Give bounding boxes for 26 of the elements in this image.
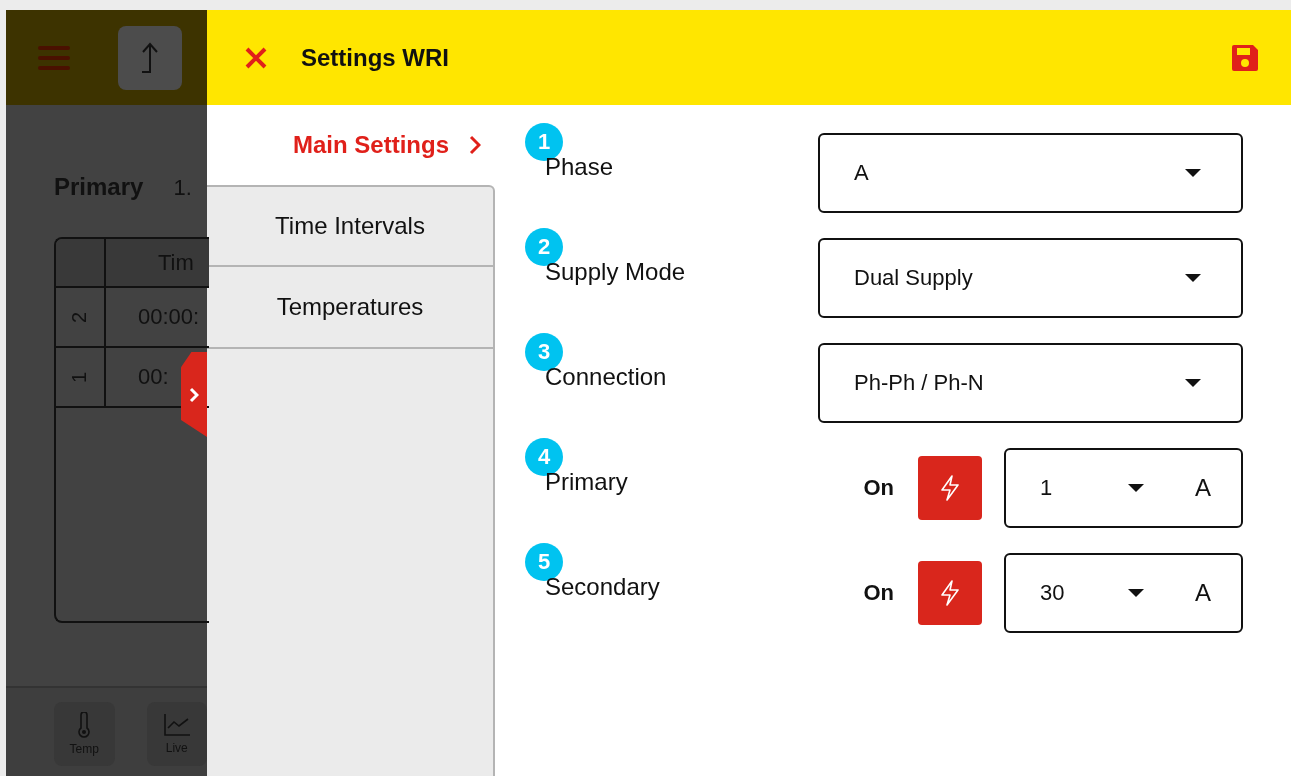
status-label: On: [863, 580, 894, 606]
nav-item[interactable]: Time Intervals: [207, 185, 495, 267]
dropdown[interactable]: Ph-Ph / Ph-N: [818, 343, 1243, 423]
upload-button[interactable]: [118, 25, 182, 90]
dropdown[interactable]: Dual Supply: [818, 238, 1243, 318]
line-chart-icon: [162, 713, 191, 737]
dropdown[interactable]: 30 A: [1004, 553, 1243, 633]
dropdown-arrow-icon: [1185, 379, 1201, 387]
dropdown-arrow-icon: [1128, 484, 1144, 492]
status-label: On: [863, 475, 894, 501]
chevron-right-icon: [469, 135, 481, 155]
close-icon[interactable]: [244, 45, 268, 70]
nav-item[interactable]: Temperatures: [207, 267, 495, 349]
power-toggle-button[interactable]: [918, 456, 982, 520]
chevron-right-icon: [189, 386, 199, 403]
dropdown[interactable]: 1 A: [1004, 448, 1243, 528]
lightning-icon: [939, 580, 961, 606]
dropdown-arrow-icon: [1128, 589, 1144, 597]
thermometer-icon: [77, 712, 92, 738]
dropdown-arrow-icon: [1185, 169, 1201, 177]
panel-title: Settings WRI: [301, 43, 450, 72]
expand-tab[interactable]: [181, 352, 207, 437]
dropdown-arrow-icon: [1185, 274, 1201, 282]
lightning-icon: [939, 475, 961, 501]
dropdown[interactable]: A: [818, 133, 1243, 213]
power-toggle-button[interactable]: [918, 561, 982, 625]
